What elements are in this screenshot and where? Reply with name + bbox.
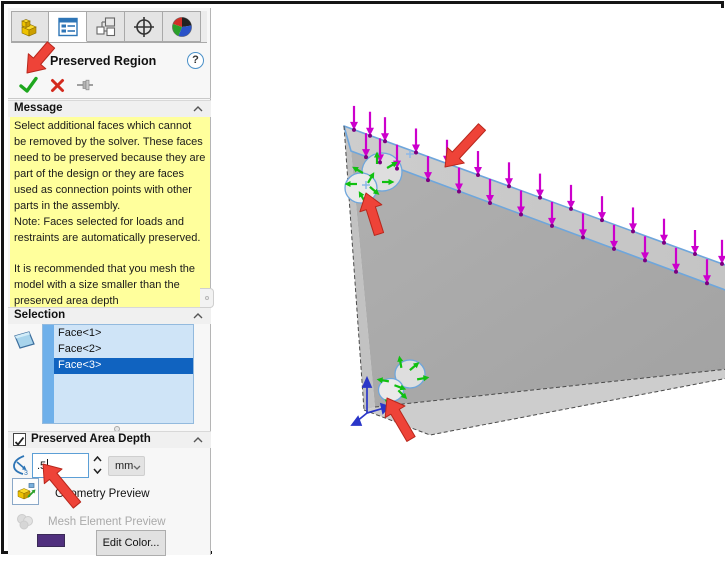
chevron-up-icon[interactable] — [193, 437, 203, 443]
graphics-area[interactable] — [212, 8, 725, 555]
preserved-area-depth-checkbox[interactable] — [13, 433, 26, 446]
depth-icon: 3 — [11, 454, 31, 481]
list-item[interactable]: Face<2> — [54, 342, 193, 358]
ok-button[interactable] — [18, 74, 40, 96]
spinner-up-button[interactable] — [91, 453, 104, 465]
help-button[interactable]: ? — [187, 52, 204, 69]
mesh-element-preview-label: Mesh Element Preview — [48, 516, 166, 528]
part-icon — [18, 15, 42, 39]
pin-icon — [76, 77, 94, 93]
page-title: Preserved Region — [50, 54, 156, 68]
check-icon — [14, 436, 25, 447]
geometry-preview-button[interactable] — [12, 478, 39, 505]
geometry-preview-label: Geometry Preview — [55, 488, 150, 500]
face-icon — [13, 330, 36, 356]
propertymanager-icon — [56, 15, 80, 39]
list-item[interactable]: Face<1> — [54, 326, 193, 342]
tab-displaymanager[interactable] — [163, 11, 201, 42]
tab-dimxpertmanager[interactable] — [125, 11, 163, 42]
pm-toolbar — [16, 74, 206, 98]
section-header-selection[interactable]: Selection — [8, 307, 211, 324]
tab-configurationmanager[interactable] — [87, 11, 125, 42]
active-selection-bar — [43, 325, 54, 423]
depth-spinner — [91, 453, 104, 478]
section-header-message[interactable]: Message — [8, 100, 211, 117]
svg-text:3: 3 — [24, 470, 28, 476]
chevron-up-icon[interactable] — [193, 106, 203, 112]
panel-splitter-handle[interactable] — [200, 288, 214, 308]
message-text: Select additional faces which cannot be … — [10, 117, 210, 307]
x-icon — [50, 78, 65, 93]
mesh-preview-icon — [15, 511, 35, 536]
manager-tab-bar — [11, 11, 207, 43]
chevron-up-icon — [93, 456, 102, 462]
screenshot-frame: Preserved Region ? — [1, 1, 724, 554]
geometry-preview-icon — [15, 481, 37, 503]
section-header-preserved-area-depth[interactable]: Preserved Area Depth — [8, 431, 211, 448]
section-label: Selection — [14, 309, 65, 321]
configurations-icon — [94, 15, 118, 39]
preserved-color-swatch — [37, 534, 65, 547]
list-item-selected[interactable]: Face<3> — [54, 358, 193, 374]
title-row: Preserved Region ? — [14, 52, 206, 72]
chevron-up-icon[interactable] — [193, 313, 203, 319]
units-dropdown[interactable]: mm — [108, 456, 145, 476]
selected-faces-listbox[interactable]: Face<1> Face<2> Face<3> — [42, 324, 194, 424]
edit-color-button[interactable]: Edit Color... — [96, 530, 166, 556]
pin-button[interactable] — [74, 74, 96, 96]
spinner-down-button[interactable] — [91, 465, 104, 477]
depth-value-input[interactable]: .5 — [32, 453, 89, 478]
divider — [8, 98, 211, 99]
dimxpert-icon — [132, 15, 156, 39]
displaymanager-icon — [170, 15, 194, 39]
chevron-down-icon — [93, 468, 102, 474]
chevron-down-icon — [133, 465, 141, 470]
property-manager-panel: Preserved Region ? — [8, 8, 211, 555]
section-label: Preserved Area Depth — [31, 433, 151, 445]
tab-propertymanager[interactable] — [49, 11, 87, 42]
tab-featuremanager[interactable] — [11, 11, 49, 42]
check-icon — [19, 76, 39, 94]
section-label: Message — [14, 102, 63, 114]
cancel-button[interactable] — [46, 74, 68, 96]
text-cursor — [47, 459, 48, 471]
